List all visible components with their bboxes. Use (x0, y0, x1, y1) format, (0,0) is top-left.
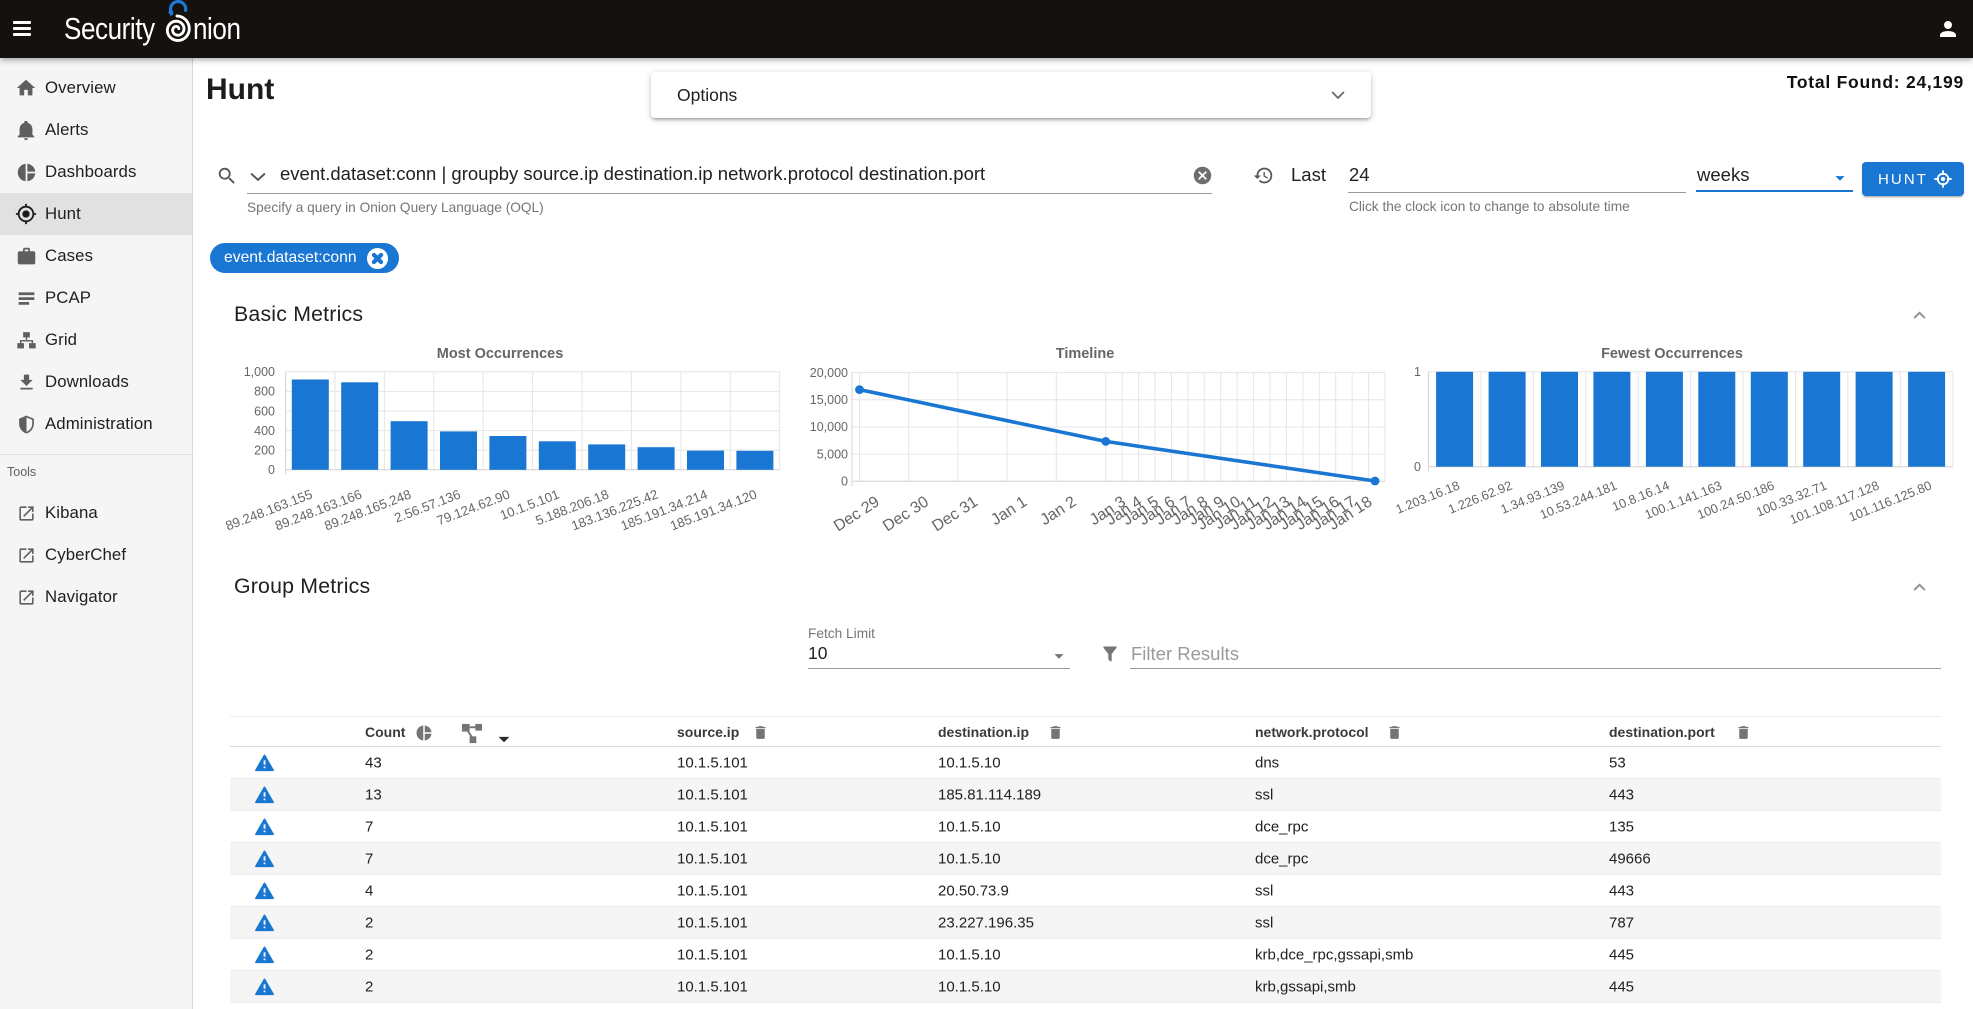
svg-text:0: 0 (268, 463, 275, 477)
svg-text:Dec 29: Dec 29 (831, 493, 883, 535)
svg-text:1: 1 (1414, 365, 1421, 379)
svg-text:200: 200 (254, 444, 275, 458)
svg-text:15,000: 15,000 (810, 393, 848, 407)
svg-text:800: 800 (254, 385, 275, 399)
svg-text:Timeline: Timeline (1056, 346, 1115, 362)
svg-text:Dec 30: Dec 30 (880, 493, 932, 535)
svg-text:20,000: 20,000 (810, 366, 848, 380)
svg-text:Jan 2: Jan 2 (1037, 493, 1079, 529)
svg-text:Dec 31: Dec 31 (929, 493, 981, 535)
svg-text:5,000: 5,000 (817, 447, 848, 461)
svg-text:600: 600 (254, 404, 275, 418)
svg-text:0: 0 (841, 475, 848, 489)
svg-text:Most Occurrences: Most Occurrences (437, 346, 564, 362)
svg-text:1,000: 1,000 (244, 365, 275, 379)
svg-text:0: 0 (1414, 460, 1421, 474)
svg-text:Fewest Occurrences: Fewest Occurrences (1601, 346, 1743, 362)
svg-text:Jan 1: Jan 1 (988, 493, 1030, 529)
svg-text:400: 400 (254, 424, 275, 438)
svg-text:10,000: 10,000 (810, 420, 848, 434)
